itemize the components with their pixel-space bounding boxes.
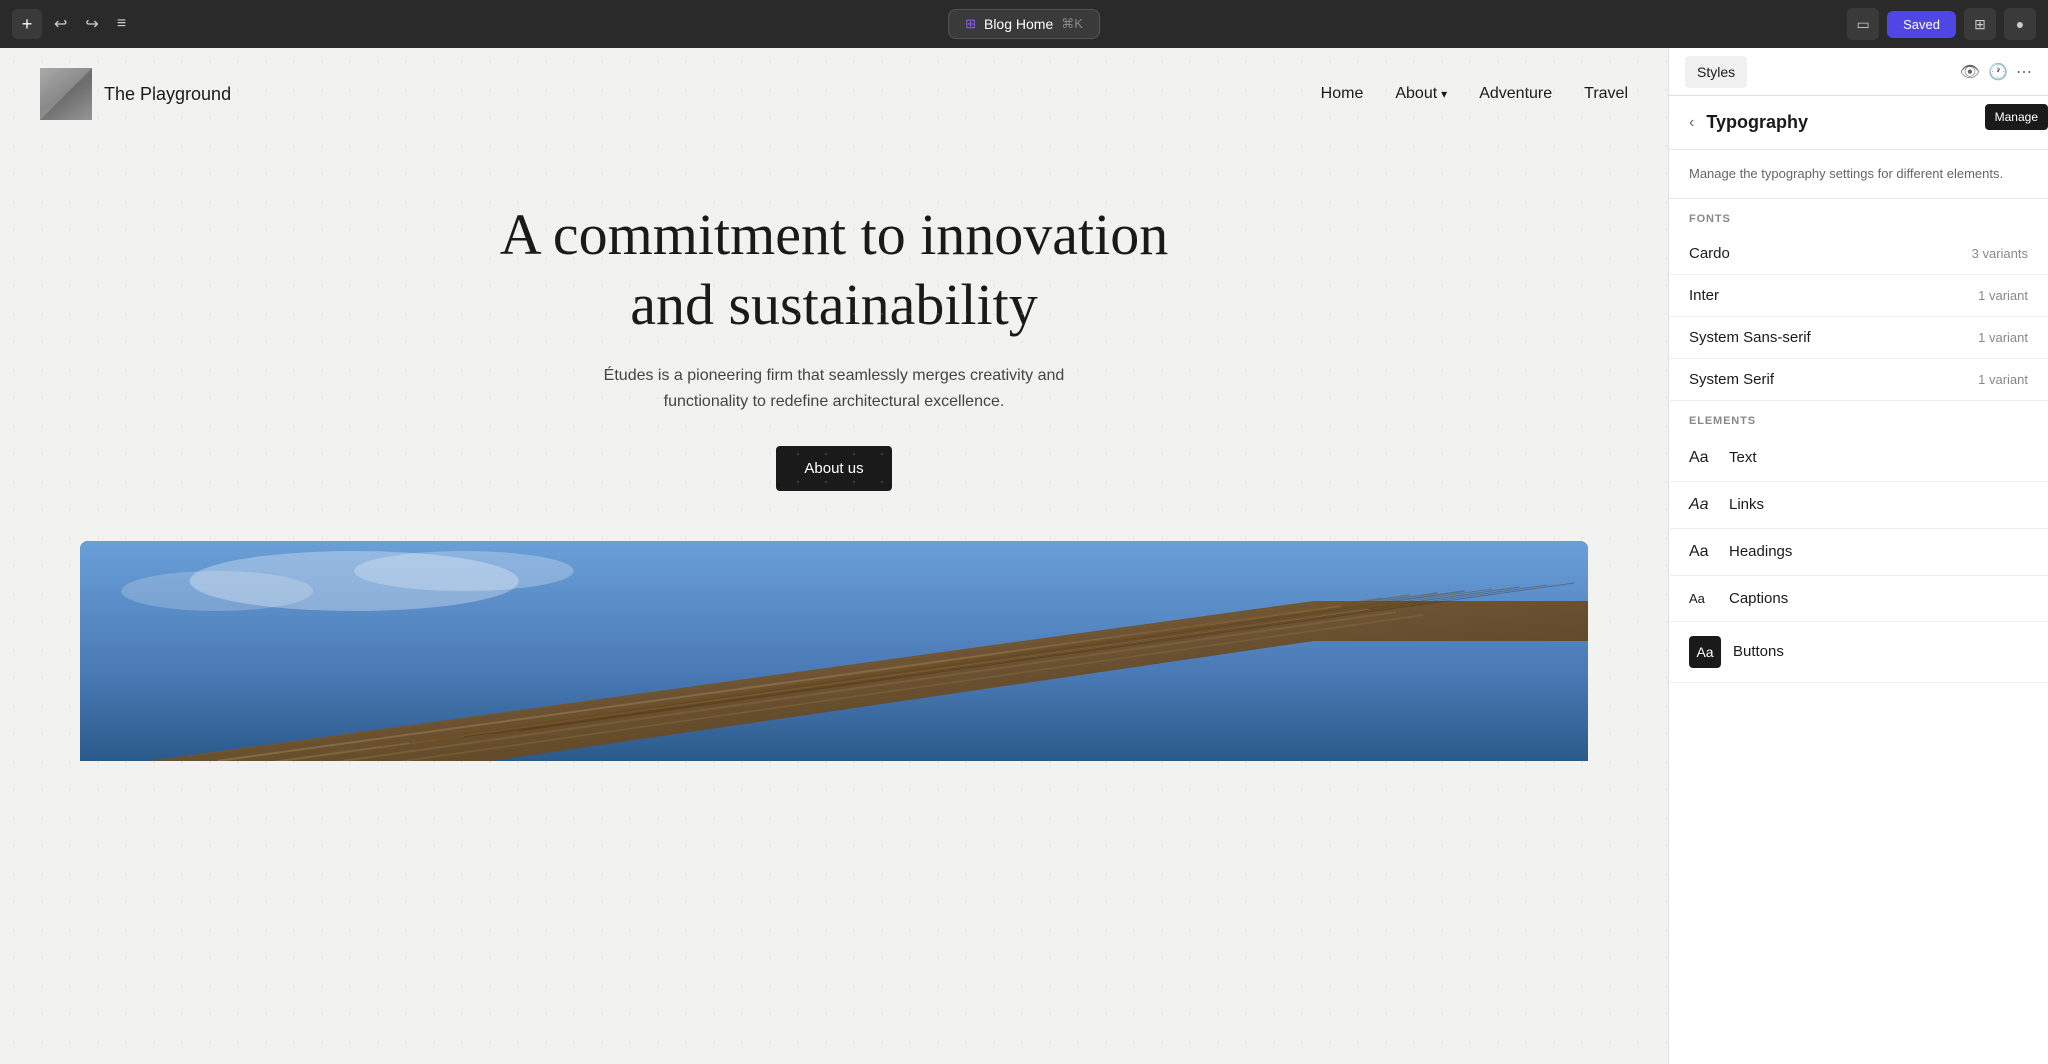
- element-row-text[interactable]: Aa Text: [1669, 435, 2048, 482]
- typography-header: ‹ Typography Manage: [1669, 96, 2048, 150]
- element-aa-headings: Aa: [1689, 543, 1717, 561]
- website-preview: The Playground Home About ▾ Adventure Tr…: [0, 48, 1668, 1064]
- font-variants-system-sans: 1 variant: [1978, 330, 2028, 345]
- element-label-text: Text: [1729, 449, 1757, 466]
- hero-title: A commitment to innovation and sustainab…: [484, 200, 1184, 339]
- architectural-image: [80, 541, 1588, 761]
- font-name-system-sans: System Sans-serif: [1689, 329, 1978, 346]
- element-aa-captions: Aa: [1689, 591, 1717, 606]
- element-label-links: Links: [1729, 496, 1764, 513]
- page-name: Blog Home: [984, 16, 1053, 32]
- font-row-inter[interactable]: Inter 1 variant: [1669, 275, 2048, 317]
- architectural-lines-svg: [80, 541, 1588, 761]
- typography-title: Typography: [1706, 112, 1808, 133]
- element-row-headings[interactable]: Aa Headings: [1669, 529, 2048, 576]
- font-variants-inter: 1 variant: [1978, 288, 2028, 303]
- nav-link-about-label: About: [1395, 85, 1437, 103]
- undo-button[interactable]: ↩: [48, 8, 73, 40]
- element-row-captions[interactable]: Aa Captions: [1669, 576, 2048, 622]
- font-name-cardo: Cardo: [1689, 245, 1972, 262]
- typography-description: Manage the typography settings for diffe…: [1669, 150, 2048, 199]
- elements-section-label: ELEMENTS: [1669, 401, 2048, 435]
- hero-cta-button[interactable]: About us: [776, 446, 891, 491]
- nav-logo: The Playground: [40, 68, 231, 120]
- page-icon: ⊞: [965, 16, 976, 32]
- redo-button[interactable]: ↪: [79, 8, 104, 40]
- menu-button[interactable]: ≡: [111, 9, 132, 39]
- avatar-button[interactable]: ●: [2004, 8, 2036, 40]
- font-name-inter: Inter: [1689, 287, 1978, 304]
- element-row-buttons[interactable]: Aa Buttons: [1669, 622, 2048, 683]
- font-variants-cardo: 3 variants: [1972, 246, 2028, 261]
- panel-tab-icons: 👁 🕐 ⋯: [1960, 62, 2032, 82]
- element-label-buttons: Buttons: [1733, 643, 1784, 660]
- fonts-section-label: FONTS: [1669, 199, 2048, 233]
- preview-icon[interactable]: 👁: [1960, 62, 1980, 82]
- device-toggle-button[interactable]: ▭: [1847, 8, 1879, 40]
- canvas: The Playground Home About ▾ Adventure Tr…: [0, 48, 1668, 1064]
- nav-link-home[interactable]: Home: [1321, 85, 1364, 103]
- nav-brand: The Playground: [104, 84, 231, 105]
- hero-section: A commitment to innovation and sustainab…: [0, 140, 1668, 541]
- font-name-system-serif: System Serif: [1689, 371, 1978, 388]
- chevron-down-icon: ▾: [1441, 87, 1447, 101]
- saved-button[interactable]: Saved: [1887, 11, 1956, 38]
- page-selector[interactable]: ⊞ Blog Home ⌘K: [948, 9, 1100, 39]
- add-button[interactable]: +: [12, 9, 42, 39]
- nav-link-home-label: Home: [1321, 85, 1364, 103]
- nav-link-adventure[interactable]: Adventure: [1479, 85, 1552, 103]
- styles-tab[interactable]: Styles: [1685, 56, 1747, 88]
- element-label-captions: Captions: [1729, 590, 1788, 607]
- logo-image: [40, 68, 92, 120]
- history-icon[interactable]: 🕐: [1988, 62, 2008, 82]
- nav-link-adventure-label: Adventure: [1479, 85, 1552, 103]
- element-aa-links: Aa: [1689, 496, 1717, 514]
- font-row-system-serif[interactable]: System Serif 1 variant: [1669, 359, 2048, 401]
- toolbar-center: ⊞ Blog Home ⌘K: [948, 9, 1100, 39]
- element-label-headings: Headings: [1729, 543, 1792, 560]
- nav-links: Home About ▾ Adventure Travel: [1321, 85, 1628, 103]
- toolbar: + ↩ ↪ ≡ ⊞ Blog Home ⌘K ▭ Saved ⊞ ●: [0, 0, 2048, 48]
- hero-subtitle: Études is a pioneering firm that seamles…: [584, 363, 1084, 414]
- font-variants-system-serif: 1 variant: [1978, 372, 2028, 387]
- right-panel: Styles 👁 🕐 ⋯ ‹ Typography Manage Manage …: [1668, 48, 2048, 1064]
- element-aa-buttons: Aa: [1689, 636, 1721, 668]
- element-aa-text: Aa: [1689, 449, 1717, 467]
- nav-link-travel-label: Travel: [1584, 85, 1628, 103]
- shortcut: ⌘K: [1061, 16, 1083, 32]
- nav-link-travel[interactable]: Travel: [1584, 85, 1628, 103]
- share-button[interactable]: ⊞: [1964, 8, 1996, 40]
- manage-tooltip: Manage: [1985, 104, 2048, 130]
- nav-link-about[interactable]: About ▾: [1395, 85, 1447, 103]
- back-button[interactable]: ‹: [1689, 114, 1694, 132]
- preview-image: [80, 541, 1588, 761]
- preview-nav: The Playground Home About ▾ Adventure Tr…: [0, 48, 1668, 140]
- main-area: The Playground Home About ▾ Adventure Tr…: [0, 48, 2048, 1064]
- more-icon[interactable]: ⋯: [2016, 62, 2032, 82]
- panel-tabs: Styles 👁 🕐 ⋯: [1669, 48, 2048, 96]
- font-row-system-sans[interactable]: System Sans-serif 1 variant: [1669, 317, 2048, 359]
- element-row-links[interactable]: Aa Links: [1669, 482, 2048, 529]
- toolbar-right: ▭ Saved ⊞ ●: [1847, 8, 2036, 40]
- toolbar-left: + ↩ ↪ ≡: [12, 8, 132, 40]
- font-row-cardo[interactable]: Cardo 3 variants: [1669, 233, 2048, 275]
